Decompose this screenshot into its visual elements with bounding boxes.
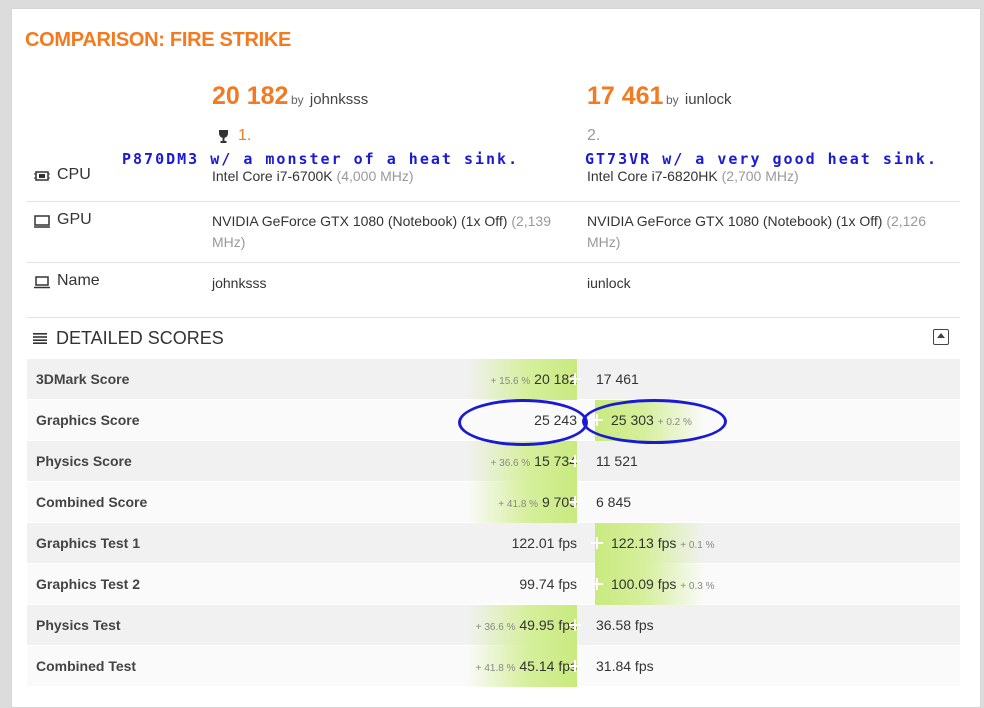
divider [27,317,960,318]
cpu-chip-icon [34,171,50,181]
table-row: Combined Test + 41.8 % 45.14 fps 31.84 fps [27,646,960,687]
left-gpu-clock: (2,139 [511,213,552,229]
score-label: Graphics Test 2 [36,576,141,592]
plus-icon[interactable] [591,537,603,549]
right-score-value: 100.09 fps + 0.3 % [611,576,714,592]
row-label-gpu: GPU [57,211,92,228]
right-score-value: 17 461 [596,371,639,387]
plus-icon[interactable] [569,619,581,631]
right-gpu-value: NVIDIA GeForce GTX 1080 (Notebook) (1x O… [587,211,937,253]
right-score-text: 6 845 [596,494,632,510]
left-gpu-clock-unit: MHz) [212,234,246,250]
table-row: Physics Score + 36.6 % 15 734 11 521 [27,441,960,482]
percent-difference: + 41.8 % [475,663,516,674]
plus-icon[interactable] [591,578,603,590]
left-score-text: 122.01 fps [511,535,577,551]
table-row: 3DMark Score + 15.6 % 20 182 17 461 [27,359,960,400]
left-rank: 1. [238,127,252,144]
right-cpu-value: Intel Core i7-6820HK (2,700 MHz) [587,166,799,187]
right-by-label: by [666,93,679,107]
score-label: Graphics Test 1 [36,535,141,551]
collapse-up-icon[interactable] [933,329,949,345]
left-user-link[interactable]: johnksss [310,91,368,108]
left-score-value: + 15.6 % 20 182 [491,371,577,387]
percent-difference: + 0.3 % [680,581,715,592]
right-cpu-name: Intel Core i7-6820HK [587,168,718,184]
left-by-line: by johnksss [291,91,368,108]
right-total-score: 17 461 [587,82,664,110]
right-gpu-clock: (2,126 [886,213,927,229]
plus-icon[interactable] [569,373,581,385]
right-score-text: 31.84 fps [596,658,654,674]
right-score-text: 17 461 [596,371,639,387]
left-cpu-name: Intel Core i7-6700K [212,168,333,184]
left-score-value: + 41.8 % 9 705 [498,494,577,510]
percent-difference: + 0.1 % [680,540,715,551]
left-score-value: + 41.8 % 45.14 fps [476,658,577,674]
left-cpu-value: Intel Core i7-6700K (4,000 MHz) [212,166,414,187]
score-label: 3DMark Score [36,371,130,387]
left-score-text: 99.74 fps [519,576,577,592]
score-label: Graphics Score [36,412,140,428]
score-label: Physics Test [36,617,121,633]
left-gpu-name: NVIDIA GeForce GTX 1080 (Notebook) (1x O… [212,213,508,229]
right-score-text: 11 521 [596,453,638,469]
right-user-link[interactable]: iunlock [685,91,732,108]
right-score-text: 122.13 fps [611,535,677,551]
row-label-name: Name [57,272,100,289]
divider [27,201,960,202]
left-score-value: 99.74 fps [519,576,577,592]
right-cpu-clock: (2,700 MHz) [721,168,799,184]
right-score-value: 36.58 fps [596,617,654,633]
score-label: Combined Test [36,658,137,674]
score-label: Combined Score [36,494,148,510]
left-score-value: + 36.6 % 15 734 [491,453,577,469]
right-by-line: by iunlock [666,91,732,108]
score-label: Physics Score [36,453,132,469]
laptop-icon [34,276,50,289]
right-score-value: 6 845 [596,494,631,510]
right-score-value: 122.13 fps + 0.1 % [611,535,714,551]
right-score-value: 31.84 fps [596,658,654,674]
trophy-icon [219,130,228,143]
left-gpu-value: NVIDIA GeForce GTX 1080 (Notebook) (1x O… [212,211,562,253]
left-by-label: by [291,93,304,107]
row-label-cpu: CPU [57,166,91,183]
left-total-score: 20 182 [212,82,289,110]
left-name-value: johnksss [212,275,267,291]
table-row: Graphics Test 2 99.74 fps 100.09 fps + 0.3… [27,564,960,605]
detailed-scores-title: DETAILED SCORES [56,328,224,348]
plus-icon[interactable] [569,496,581,508]
percent-difference: + 36.6 % [475,622,516,633]
right-score-text: 36.58 fps [596,617,654,633]
table-row: Physics Test + 36.6 % 49.95 fps 36.58 fps [27,605,960,646]
divider [27,262,960,263]
right-name-value: iunlock [587,275,631,291]
table-row: Combined Score + 41.8 % 9 705 6 845 [27,482,960,523]
left-score-value: 122.01 fps [512,535,577,551]
table-row: Graphics Test 1 122.01 fps 122.13 fps + 0.… [27,523,960,564]
right-gpu-name: NVIDIA GeForce GTX 1080 (Notebook) (1x O… [587,213,883,229]
page-title: COMPARISON: FIRE STRIKE [25,29,292,51]
percent-difference: + 41.8 % [498,499,539,510]
right-gpu-clock-unit: MHz) [587,234,621,250]
plus-icon[interactable] [569,660,581,672]
plus-icon[interactable] [569,455,581,467]
right-score-text: 100.09 fps [611,576,677,592]
hamburger-menu-icon [33,333,47,344]
annotation-ellipse-left [458,399,588,446]
percent-difference: + 15.6 % [490,376,531,387]
left-score-value: + 36.6 % 49.95 fps [476,617,577,633]
annotation-ellipse-right [582,399,727,444]
monitor-icon [34,215,50,228]
left-cpu-clock: (4,000 MHz) [336,168,414,184]
right-rank: 2. [587,127,601,144]
right-score-value: 11 521 [596,453,638,469]
percent-difference: + 36.6 % [490,458,531,469]
comparison-panel: COMPARISON: FIRE STRIKE 20 182 by johnks… [11,8,981,708]
